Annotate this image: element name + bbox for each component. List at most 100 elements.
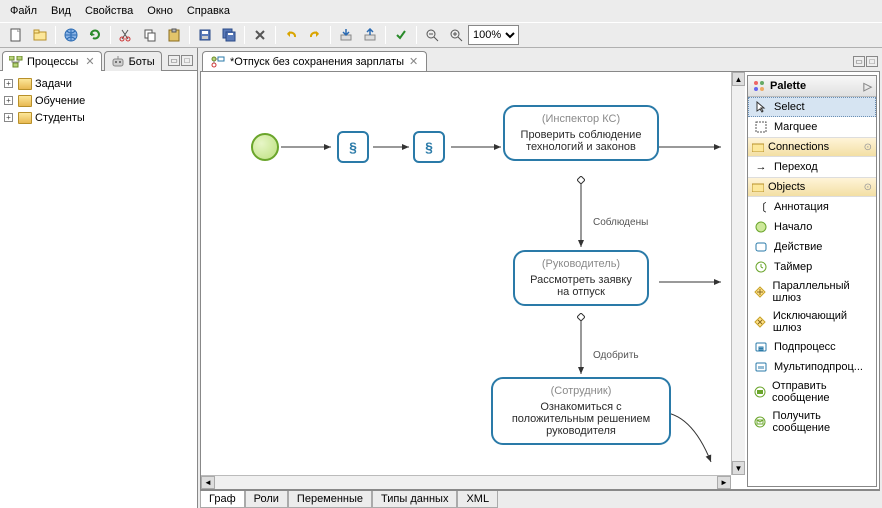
menu-file[interactable]: Файл xyxy=(4,2,43,20)
start-node[interactable] xyxy=(251,133,279,161)
menu-help[interactable]: Справка xyxy=(181,2,236,20)
pal-label: Действие xyxy=(774,241,822,253)
palette-item-transition[interactable]: → Переход xyxy=(748,157,876,177)
tree-icon xyxy=(9,56,23,68)
vscrollbar[interactable]: ▲▼ xyxy=(731,72,745,475)
close-icon[interactable]: ✕ xyxy=(409,55,418,68)
maximize-editor-button[interactable]: □ xyxy=(866,56,878,67)
script-node-1[interactable]: § xyxy=(337,131,369,163)
zoom-in-button[interactable] xyxy=(445,24,467,46)
menu-properties[interactable]: Свойства xyxy=(79,2,139,20)
editor-tab[interactable]: *Отпуск без сохранения зарплаты ✕ xyxy=(202,51,427,71)
arrow-icon: → xyxy=(754,160,768,174)
undo-button[interactable] xyxy=(280,24,302,46)
new-folder-button[interactable] xyxy=(29,24,51,46)
delete-button[interactable] xyxy=(249,24,271,46)
expand-icon[interactable]: + xyxy=(4,113,13,122)
node-role: (Руководитель) xyxy=(523,258,639,270)
collapse-icon[interactable]: ▷ xyxy=(864,80,872,93)
palette-item-start[interactable]: Начало xyxy=(748,217,876,237)
bottom-tab-xml[interactable]: XML xyxy=(457,491,498,508)
export-button[interactable] xyxy=(359,24,381,46)
minimize-view-button[interactable]: ▭ xyxy=(168,55,180,66)
bottom-tab-datatypes[interactable]: Типы данных xyxy=(372,491,457,508)
palette-header[interactable]: Palette ▷ xyxy=(748,76,876,97)
multisub-icon xyxy=(754,360,768,374)
sidebar-tab-bots[interactable]: Боты xyxy=(104,51,162,71)
pin-icon[interactable]: ⊙ xyxy=(864,182,872,193)
palette-select-tool[interactable]: Select xyxy=(748,97,876,117)
globe-button[interactable] xyxy=(60,24,82,46)
paste-button[interactable] xyxy=(163,24,185,46)
tree-item[interactable]: + Обучение xyxy=(2,92,195,109)
bracket-icon: 〔 xyxy=(754,200,768,214)
bottom-tab-roles[interactable]: Роли xyxy=(245,491,288,508)
pal-label: Select xyxy=(774,101,805,113)
cursor-icon xyxy=(754,100,768,114)
tree-label: Обучение xyxy=(35,95,85,107)
palette-item-timer[interactable]: Таймер xyxy=(748,257,876,277)
redo-button[interactable] xyxy=(304,24,326,46)
copy-button[interactable] xyxy=(139,24,161,46)
tree-label: Задачи xyxy=(35,78,72,90)
palette-group-objects[interactable]: Objects ⊙ xyxy=(748,177,876,197)
palette-title: Palette xyxy=(770,80,806,92)
import-button[interactable] xyxy=(335,24,357,46)
node-title: Ознакомиться с положительным решением ру… xyxy=(501,401,661,437)
hscrollbar[interactable]: ◄► xyxy=(201,475,731,489)
marquee-icon xyxy=(754,120,768,134)
pal-label: Параллельный шлюз xyxy=(773,280,870,304)
bottom-tab-graph[interactable]: Граф xyxy=(200,491,245,508)
tree-item[interactable]: + Студенты xyxy=(2,109,195,126)
palette-item-subprocess[interactable]: Подпроцесс xyxy=(748,337,876,357)
palette-item-parallel-gateway[interactable]: Параллельный шлюз xyxy=(748,277,876,307)
task-node-inspector[interactable]: (Инспектор КС) Проверить соблюдение техн… xyxy=(503,105,659,161)
folder-icon xyxy=(18,95,32,107)
palette-marquee-tool[interactable]: Marquee xyxy=(748,117,876,137)
palette-item-exclusive-gateway[interactable]: Исключающий шлюз xyxy=(748,307,876,337)
tree-item[interactable]: + Задачи xyxy=(2,75,195,92)
check-button[interactable] xyxy=(390,24,412,46)
parallel-icon xyxy=(754,285,767,299)
menu-view[interactable]: Вид xyxy=(45,2,77,20)
diagram-canvas[interactable]: § § (Инспектор КС) Проверить соблюдение … xyxy=(201,72,731,475)
sidebar-tab-processes[interactable]: Процессы ✕ xyxy=(2,51,102,71)
palette-item-receive[interactable]: Получить сообщение xyxy=(748,407,876,437)
bottom-tab-variables[interactable]: Переменные xyxy=(288,491,372,508)
minimize-editor-button[interactable]: ▭ xyxy=(853,56,865,67)
expand-icon[interactable]: + xyxy=(4,79,13,88)
menu-window[interactable]: Окно xyxy=(141,2,179,20)
cut-button[interactable] xyxy=(115,24,137,46)
pal-label: Marquee xyxy=(774,121,817,133)
save-button[interactable] xyxy=(194,24,216,46)
maximize-view-button[interactable]: □ xyxy=(181,55,193,66)
pal-label: Аннотация xyxy=(774,201,829,213)
refresh-button[interactable] xyxy=(84,24,106,46)
pal-label: Таймер xyxy=(774,261,812,273)
pal-label: Мультиподпроц... xyxy=(774,361,863,373)
zoom-out-button[interactable] xyxy=(421,24,443,46)
palette-item-multisubprocess[interactable]: Мультиподпроц... xyxy=(748,357,876,377)
close-icon[interactable]: ✕ xyxy=(85,55,94,68)
pal-label: Подпроцесс xyxy=(774,341,836,353)
zoom-select[interactable]: 100% xyxy=(468,25,519,45)
palette-item-annotation[interactable]: 〔 Аннотация xyxy=(748,197,876,217)
new-button[interactable] xyxy=(5,24,27,46)
task-node-employee[interactable]: (Сотрудник) Ознакомиться с положительным… xyxy=(491,377,671,445)
palette-item-action[interactable]: Действие xyxy=(748,237,876,257)
editor-bottom-tabs: Граф Роли Переменные Типы данных XML xyxy=(200,490,880,508)
task-node-manager[interactable]: (Руководитель) Рассмотреть заявку на отп… xyxy=(513,250,649,306)
action-icon xyxy=(754,240,768,254)
bot-icon xyxy=(111,56,125,68)
project-tree[interactable]: + Задачи + Обучение + Студенты xyxy=(0,71,197,508)
pin-icon[interactable]: ⊙ xyxy=(864,142,872,153)
exclusive-icon xyxy=(754,315,767,329)
expand-icon[interactable]: + xyxy=(4,96,13,105)
folder-icon xyxy=(18,78,32,90)
start-icon xyxy=(754,220,768,234)
script-node-2[interactable]: § xyxy=(413,131,445,163)
save-all-button[interactable] xyxy=(218,24,240,46)
toolbar: 100% xyxy=(0,22,882,48)
palette-item-send[interactable]: Отправить сообщение xyxy=(748,377,876,407)
palette-group-connections[interactable]: Connections ⊙ xyxy=(748,137,876,157)
